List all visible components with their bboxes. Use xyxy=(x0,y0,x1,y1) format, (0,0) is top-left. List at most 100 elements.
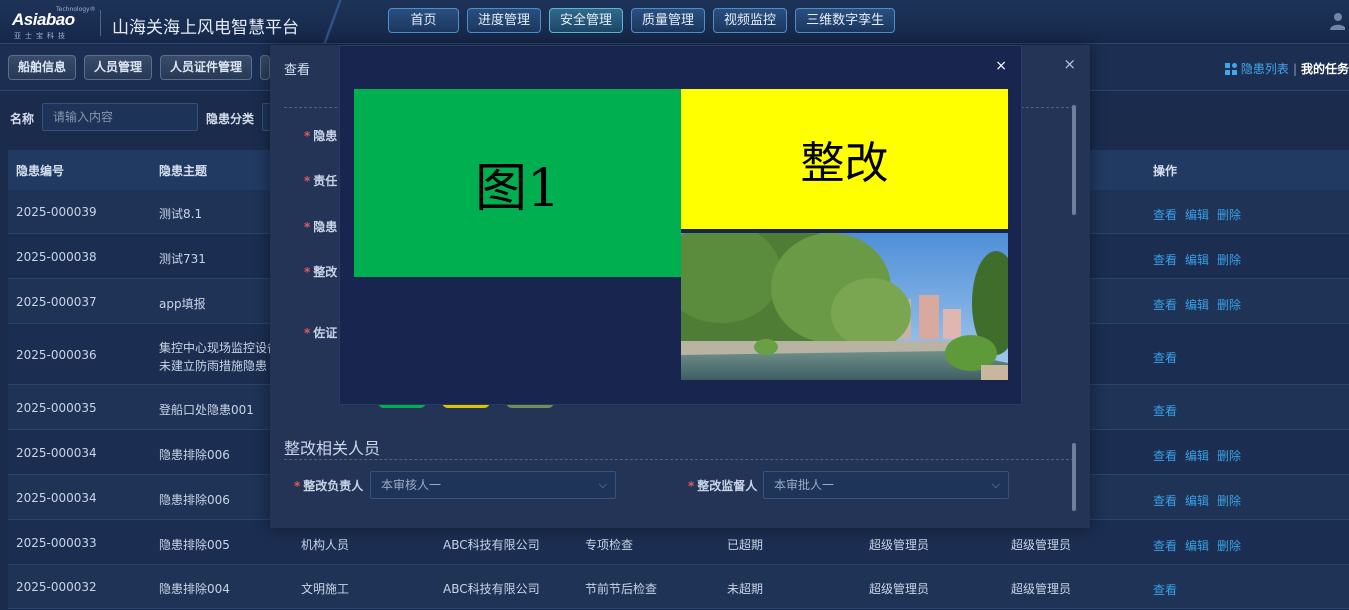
cell-check-type: 专项检查 xyxy=(585,538,634,552)
nav-safety[interactable]: 安全管理 xyxy=(549,8,624,33)
grid-icon xyxy=(1224,62,1237,75)
field-label-responsible: * 责任 xyxy=(304,174,338,188)
cell-subject: 测试731 xyxy=(159,252,206,266)
nav-quality[interactable]: 质量管理 xyxy=(631,8,706,33)
field-label-hazard: * 隐患 xyxy=(304,129,338,143)
nav-video[interactable]: 视频监控 xyxy=(713,8,788,33)
delete-link[interactable]: 删除 xyxy=(1217,537,1241,554)
field-label-evidence: * 佐证 xyxy=(304,326,338,340)
link-separator: | xyxy=(1292,61,1297,76)
delete-link[interactable]: 删除 xyxy=(1217,206,1241,223)
cell-subject-line2: 未建立防雨措施隐患 xyxy=(159,359,268,373)
owner-select[interactable]: 本审核人一 ⌵ xyxy=(370,471,616,499)
edit-link[interactable]: 编辑 xyxy=(1185,296,1209,313)
view-link[interactable]: 查看 xyxy=(1153,296,1177,313)
cell-company: ABC科技有限公司 xyxy=(443,538,540,552)
nav-digital-twin[interactable]: 三维数字孪生 xyxy=(795,8,896,33)
subtab-ship-info[interactable]: 船舶信息 xyxy=(8,55,77,80)
nav-progress[interactable]: 进度管理 xyxy=(467,8,542,33)
image-1-text: 图1 xyxy=(474,158,561,219)
field-label-hazard-2: * 隐患 xyxy=(304,220,338,234)
row-actions: 查看 xyxy=(1153,349,1177,366)
cell-id: 2025-000038 xyxy=(16,250,97,264)
header-divider xyxy=(100,10,101,36)
top-header: Technology® Asiabao 亚士宝科技 山海关海上风电智慧平台 首页… xyxy=(0,0,1349,44)
logo: Technology® Asiabao 亚士宝科技 xyxy=(12,6,96,40)
edit-link[interactable]: 编辑 xyxy=(1185,447,1209,464)
supervisor-label: * 整改监督人 xyxy=(688,479,758,493)
cell-handler: 超级管理员 xyxy=(1011,582,1072,596)
header-decoration xyxy=(300,0,370,44)
view-link[interactable]: 查看 xyxy=(1153,537,1177,554)
nav-home[interactable]: 首页 xyxy=(388,8,459,33)
chevron-down-icon: ⌵ xyxy=(598,478,607,491)
dialog-scrollbar[interactable] xyxy=(1072,105,1076,215)
view-link[interactable]: 查看 xyxy=(1153,402,1177,419)
canal-photo xyxy=(681,233,1008,380)
sub-tabs: 船舶信息 人员管理 人员证件管理 xyxy=(8,55,271,80)
view-link[interactable]: 查看 xyxy=(1153,492,1177,509)
delete-link[interactable]: 删除 xyxy=(1217,447,1241,464)
delete-link[interactable]: 删除 xyxy=(1217,492,1241,509)
image-viewer: × 图1 整改 xyxy=(339,45,1022,405)
image-figure-1[interactable]: 图1 xyxy=(354,89,681,277)
subtab-personnel[interactable]: 人员管理 xyxy=(84,55,153,80)
cell-company: ABC科技有限公司 xyxy=(443,582,540,596)
image-photo-canal[interactable] xyxy=(681,233,1008,380)
dialog-close-icon[interactable]: × xyxy=(1063,55,1076,73)
subtab-more[interactable] xyxy=(260,55,271,80)
owner-label: * 整改负责人 xyxy=(294,479,364,493)
cell-id: 2025-000034 xyxy=(16,446,97,460)
dialog-scrollbar-lower[interactable] xyxy=(1072,443,1076,511)
header-ops: 操作 xyxy=(1153,164,1178,178)
cell-id: 2025-000037 xyxy=(16,295,97,309)
section-divider xyxy=(284,459,1074,460)
cell-subject: 隐患排除006 xyxy=(159,448,230,462)
header-subject: 隐患主题 xyxy=(159,164,208,178)
cell-id: 2025-000033 xyxy=(16,536,97,550)
supervisor-select[interactable]: 本审批人一 ⌵ xyxy=(763,471,1009,499)
table-row[interactable]: 2025-000032 隐患排除004 文明施工 ABC科技有限公司 节前节后检查 未超期… xyxy=(8,565,1349,609)
cell-subject: 集控中心现场监控设备 xyxy=(159,341,280,355)
header-id: 隐患编号 xyxy=(16,164,65,178)
my-tasks-link[interactable]: 我的任务 xyxy=(1301,60,1349,77)
name-filter-label: 名称 xyxy=(10,112,35,126)
category-filter-label: 隐患分类 xyxy=(206,112,255,126)
cell-category: 文明施工 xyxy=(301,582,350,596)
cell-overdue-status: 未超期 xyxy=(727,582,764,596)
cell-id: 2025-000039 xyxy=(16,205,97,219)
cell-subject: 隐患排除005 xyxy=(159,538,230,552)
delete-link[interactable]: 删除 xyxy=(1217,296,1241,313)
cell-id: 2025-000032 xyxy=(16,580,97,594)
edit-link[interactable]: 编辑 xyxy=(1185,251,1209,268)
view-link[interactable]: 查看 xyxy=(1153,447,1177,464)
view-link[interactable]: 查看 xyxy=(1153,349,1177,366)
hazard-list-link[interactable]: 隐患列表 xyxy=(1224,60,1289,77)
image-rectify[interactable]: 整改 xyxy=(681,89,1008,229)
view-link[interactable]: 查看 xyxy=(1153,206,1177,223)
edit-link[interactable]: 编辑 xyxy=(1185,206,1209,223)
image-2-text: 整改 xyxy=(800,138,889,189)
user-icon[interactable] xyxy=(1329,12,1345,30)
delete-link[interactable]: 删除 xyxy=(1217,251,1241,268)
view-link[interactable]: 查看 xyxy=(1153,251,1177,268)
cell-id: 2025-000034 xyxy=(16,491,97,505)
view-link[interactable]: 查看 xyxy=(1153,581,1177,598)
row-actions: 查看 编辑 删除 xyxy=(1153,251,1241,268)
hazard-list-label: 隐患列表 xyxy=(1240,62,1289,76)
edit-link[interactable]: 编辑 xyxy=(1185,537,1209,554)
app-title: 山海关海上风电智慧平台 xyxy=(112,18,299,38)
logo-sub-text: 亚士宝科技 xyxy=(14,32,69,40)
name-filter-input[interactable]: 请输入内容 xyxy=(42,103,198,131)
cell-subject: 测试8.1 xyxy=(159,207,203,221)
cell-id: 2025-000035 xyxy=(16,401,97,415)
subtab-certificates[interactable]: 人员证件管理 xyxy=(160,55,253,80)
viewer-close-icon[interactable]: × xyxy=(995,58,1007,74)
chevron-down-icon: ⌵ xyxy=(991,478,1000,491)
main-nav: 首页 进度管理 安全管理 质量管理 视频监控 三维数字孪生 xyxy=(388,8,896,33)
cell-creator: 超级管理员 xyxy=(869,582,930,596)
row-actions: 查看 xyxy=(1153,402,1177,419)
cell-id: 2025-000036 xyxy=(16,348,97,362)
cell-subject: app填报 xyxy=(159,297,206,311)
edit-link[interactable]: 编辑 xyxy=(1185,492,1209,509)
